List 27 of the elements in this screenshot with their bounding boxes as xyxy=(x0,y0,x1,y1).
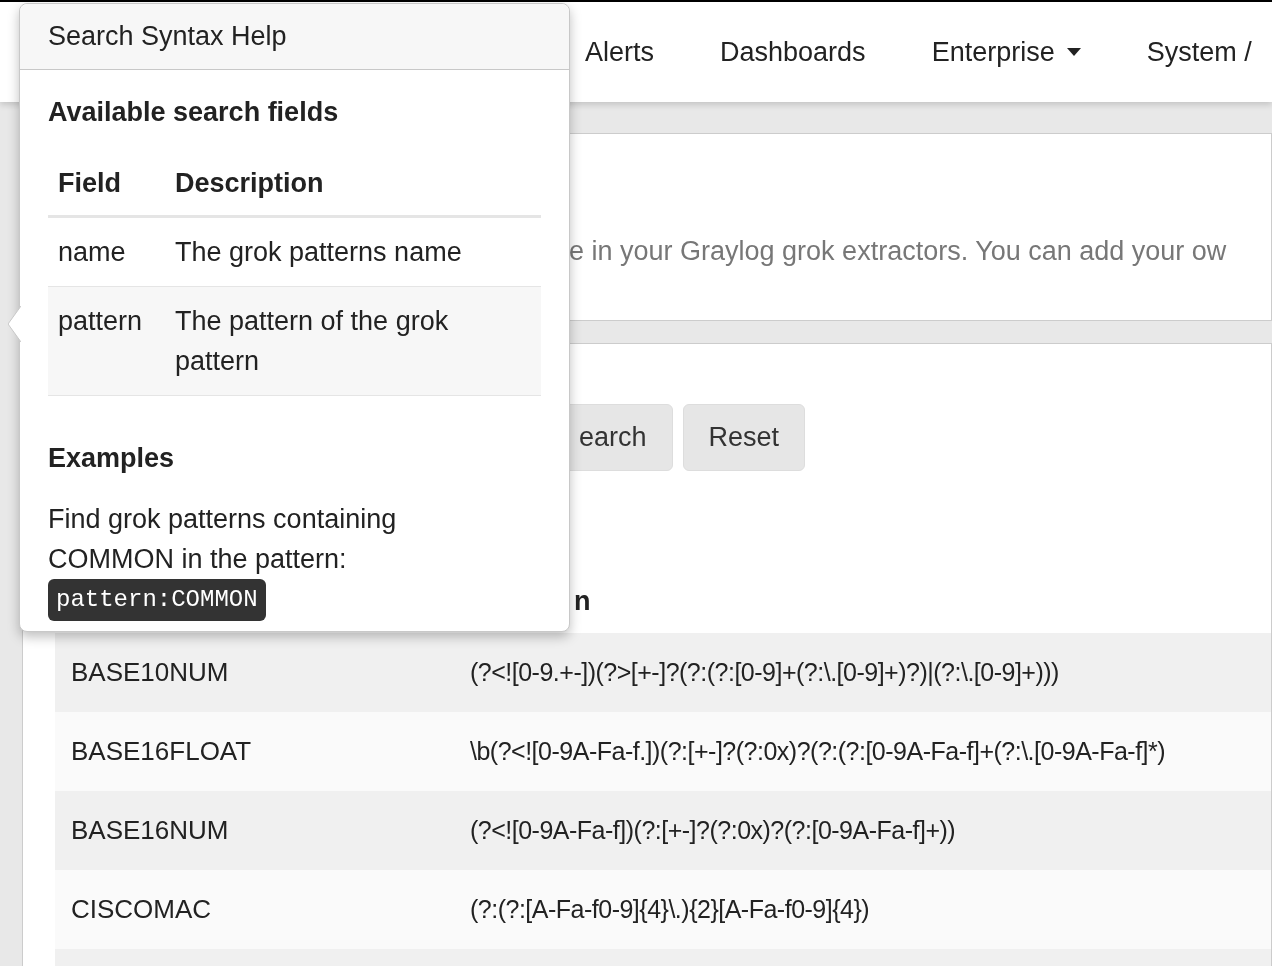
section-heading: Available search fields xyxy=(48,96,340,129)
action-button[interactable]: Reset xyxy=(682,404,806,471)
table-cell-text: BASE10NUM xyxy=(70,656,230,689)
nav-link[interactable]: Alerts xyxy=(585,31,655,73)
table-cell-text: (?<![0-9.+-])(?>[+-]?(?:(?:[0-9]+(?:\.[0-9]+)?)|(?:\.[0-9]+))) xyxy=(470,656,1059,688)
example-code: pattern:COMMON xyxy=(48,578,266,621)
section-heading: Examples xyxy=(48,442,176,475)
table-cell-text: CISCOMAC xyxy=(70,893,213,926)
column-header: Description xyxy=(165,162,541,217)
table-cell-text: BASE16FLOAT xyxy=(70,735,253,768)
description-text: e in your Graylog grok extractors. You can add your ow xyxy=(569,234,1227,268)
caret-icon xyxy=(1066,48,1081,56)
table-cell-text: (?<![0-9A-Fa-f])(?:[+-]?(?:0x)?(?:[0-9A-Fa-f]+)) xyxy=(470,814,956,846)
table-cell-text: (?:(?:[A-Fa-f0-9]{4}\.){2}[A-Fa-f0-9]{4}) xyxy=(470,893,870,925)
table-cell-text: \b(?<![0-9A-Fa-f.])(?:[+-]?(?:0x)?(?:(?:[0-9A-Fa-f]+(?:\.[0-9A-Fa-f]*) xyxy=(470,735,1166,767)
table-cell-text: BASE16NUM xyxy=(70,814,230,847)
popover-title: Search Syntax Help xyxy=(48,20,287,54)
nav-link[interactable]: Enterprise xyxy=(931,31,1081,73)
table-cell: name xyxy=(48,216,165,287)
table-cell: The pattern of the grok pattern xyxy=(165,286,541,396)
table-cell: pattern xyxy=(48,286,165,396)
nav-link[interactable]: System / xyxy=(1146,31,1252,73)
column-header: Field xyxy=(48,162,165,217)
column-header: n xyxy=(574,586,591,616)
example-text: Find grok patterns containing COMMON in the pattern: xyxy=(48,502,398,576)
table-cell: The grok patterns name xyxy=(165,216,541,287)
nav-link[interactable]: Dashboards xyxy=(720,31,866,73)
